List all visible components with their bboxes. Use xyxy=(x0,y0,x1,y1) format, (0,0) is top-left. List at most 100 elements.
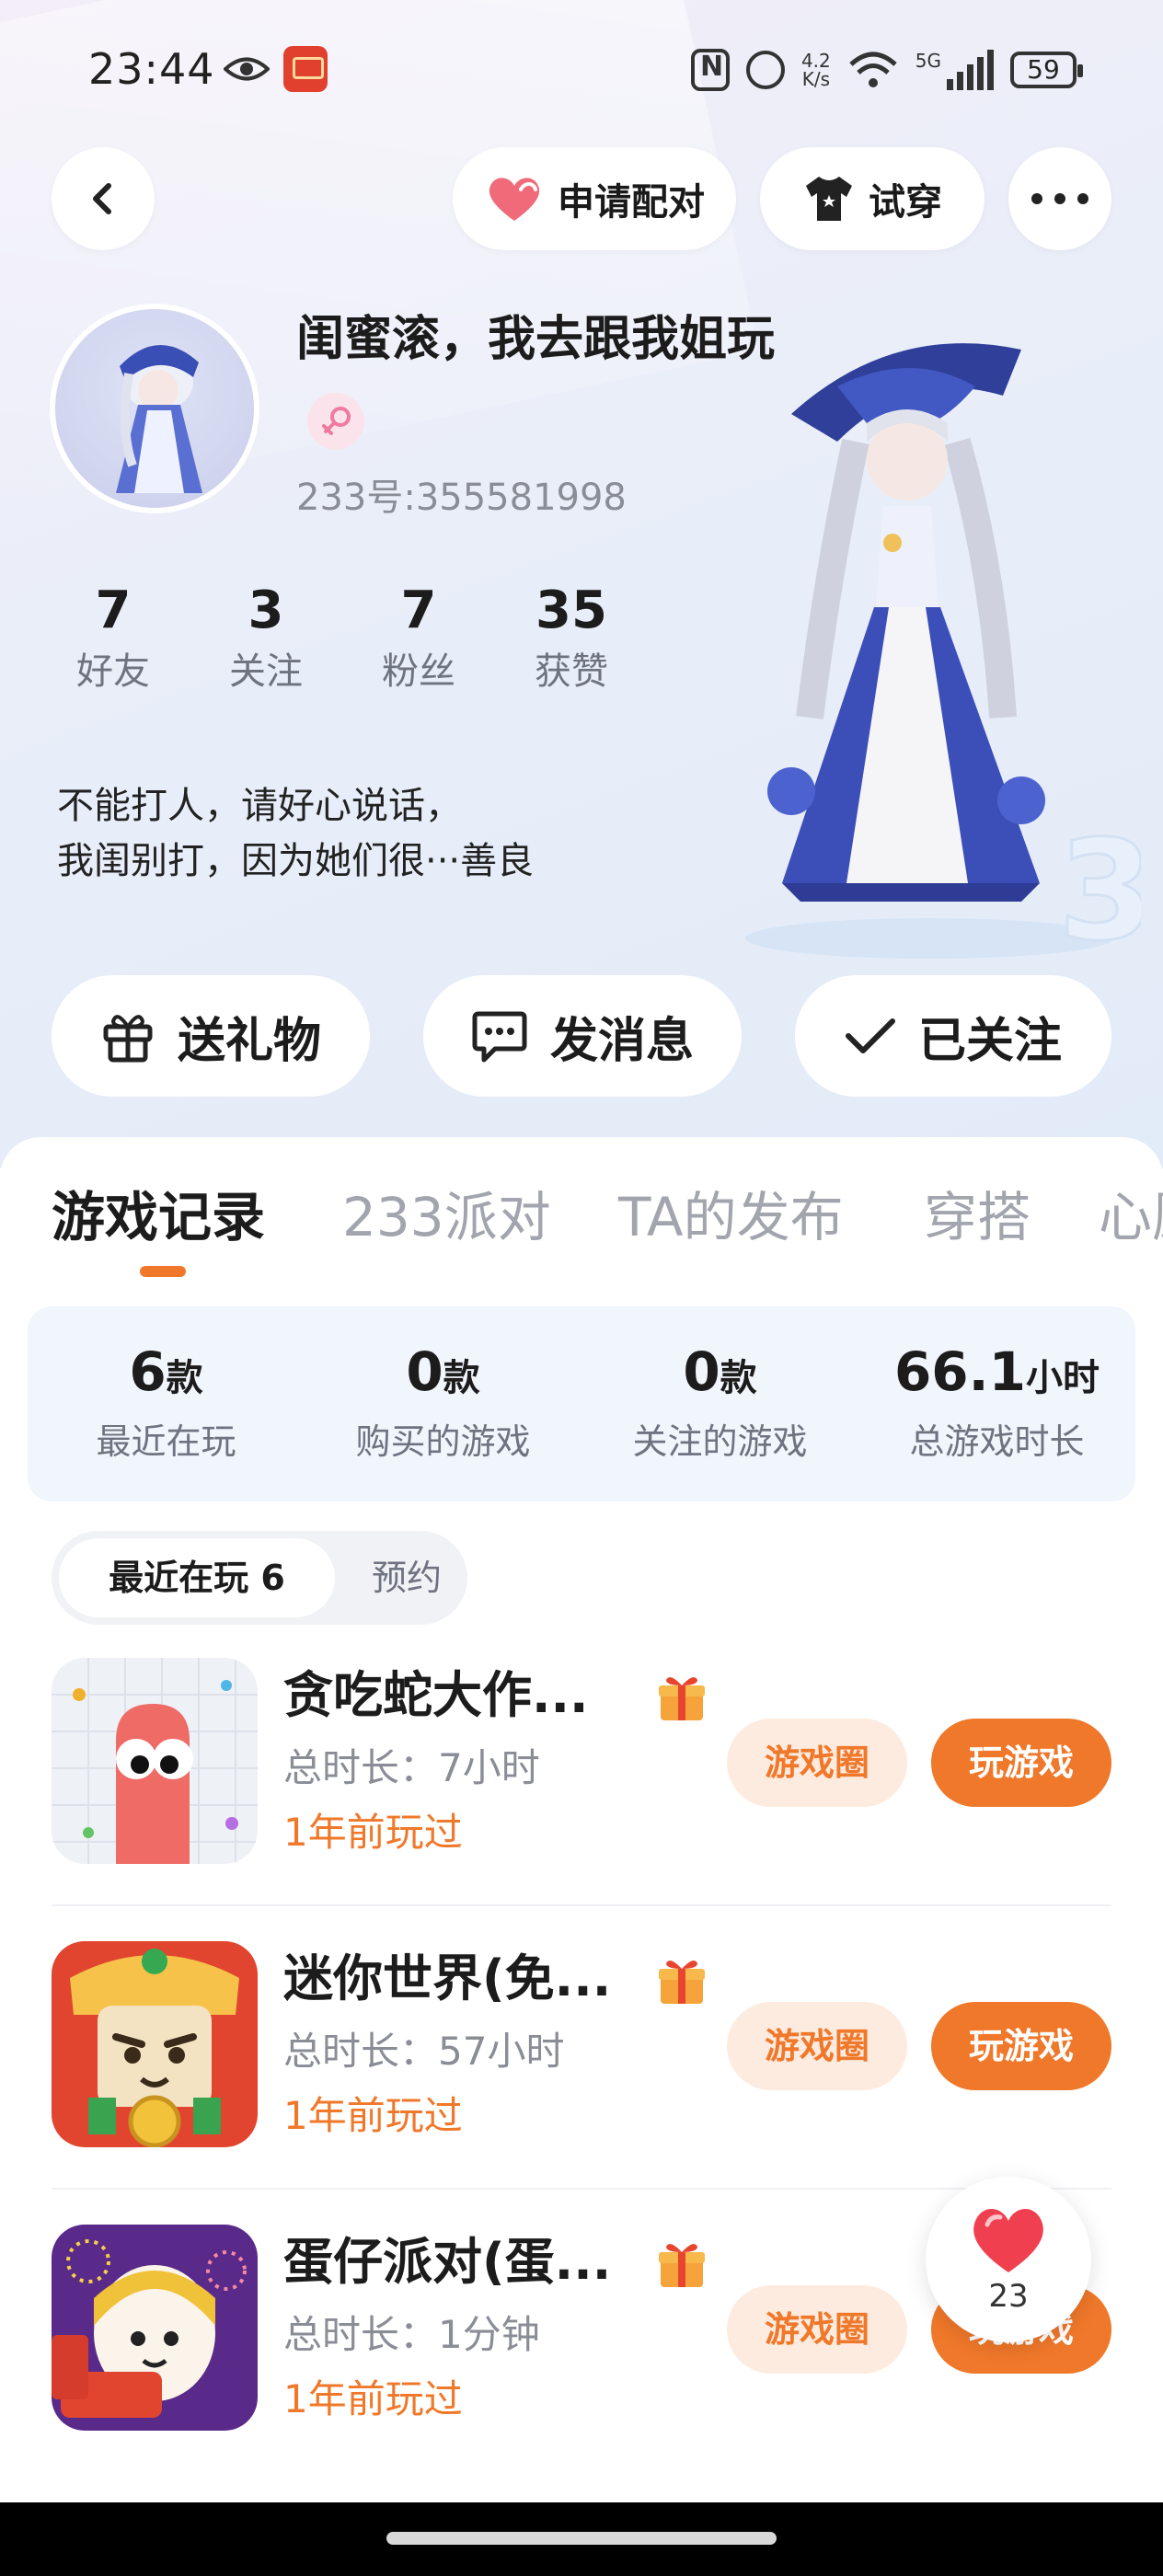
game-title: 迷你世界(免... xyxy=(283,1949,612,2007)
request-pair-label: 申请配对 xyxy=(558,181,705,224)
gift-icon[interactable] xyxy=(655,1954,708,2007)
segment-reserve[interactable]: 预约 xyxy=(351,1538,462,1617)
battery-level: 59 xyxy=(1027,54,1060,85)
game-title: 贪吃蛇大作... xyxy=(283,1666,589,1724)
app-badge-icon xyxy=(283,46,328,92)
tab-outfits[interactable]: 穿搭 xyxy=(924,1174,1031,1251)
send-message-button[interactable]: 发消息 xyxy=(423,975,742,1097)
user-id: 233号:355581998 xyxy=(296,477,627,519)
summary-label: 关注的游戏 xyxy=(632,1421,808,1462)
tab-wishes[interactable]: 心愿 xyxy=(1099,1174,1163,1251)
snake-game-icon xyxy=(52,1658,258,1864)
stat-likes[interactable]: 35 获赞 xyxy=(495,576,648,697)
bio-line: 我闺别打，因为她们很···善良 xyxy=(57,840,535,882)
tab-posts[interactable]: TA的发布 xyxy=(618,1174,844,1251)
summary-value: 66.1 xyxy=(893,1340,1027,1403)
bio-line: 不能打人，请好心说话， xyxy=(57,785,462,827)
floating-like-button[interactable]: 23 xyxy=(926,2177,1091,2342)
stat-value: 7 xyxy=(400,581,437,640)
active-tab-indicator xyxy=(140,1266,186,1277)
game-circle-button[interactable]: 游戏圈 xyxy=(727,2285,907,2374)
nfc-icon xyxy=(690,49,730,91)
tab-game-records[interactable]: 游戏记录 xyxy=(52,1174,265,1251)
stat-following[interactable]: 3 关注 xyxy=(190,576,342,697)
summary-unit: 款 xyxy=(443,1357,480,1399)
back-arrow-icon xyxy=(93,183,111,214)
stat-label: 粉丝 xyxy=(382,650,455,693)
summary-label: 总游戏时长 xyxy=(909,1421,1085,1462)
segment-control: 最近在玩 6 预约 xyxy=(52,1531,467,1625)
back-button[interactable] xyxy=(52,147,155,250)
summary-value: 0 xyxy=(406,1340,443,1403)
network-speed: 4.2 K/s xyxy=(801,52,831,88)
play-game-button[interactable]: 玩游戏 xyxy=(931,1719,1111,1807)
segment-recent[interactable]: 最近在玩 6 xyxy=(59,1538,335,1617)
signal-icon: 5G xyxy=(915,50,994,90)
home-indicator[interactable] xyxy=(386,2532,777,2545)
stat-label: 关注 xyxy=(229,650,303,693)
summary-label: 最近在玩 xyxy=(96,1421,236,1462)
game-item[interactable]: 贪吃蛇大作... 总时长：7小时 1年前玩过 游戏圈 玩游戏 xyxy=(52,1658,1111,1941)
stat-label: 好友 xyxy=(76,650,150,693)
more-dots-icon xyxy=(1031,193,1088,204)
speed-unit: K/s xyxy=(801,68,830,90)
alarm-icon xyxy=(745,51,785,89)
heart-icon xyxy=(489,178,540,221)
stat-label: 获赞 xyxy=(535,650,608,693)
character-figure-image[interactable]: 33 xyxy=(727,331,1141,975)
send-gift-button[interactable]: 送礼物 xyxy=(52,975,370,1097)
summary-recent[interactable]: 6款 最近在玩 xyxy=(28,1306,305,1501)
divider xyxy=(52,2188,1111,2190)
battery-icon: 59 xyxy=(1010,52,1083,88)
network-type: 5G xyxy=(915,50,941,72)
play-game-button[interactable]: 玩游戏 xyxy=(931,2002,1111,2090)
summary-value: 0 xyxy=(683,1340,720,1403)
svg-text:33: 33 xyxy=(1058,811,1141,972)
profile-name-text: 闺蜜滚，我去跟我姐玩 xyxy=(296,312,776,367)
game-circle-button[interactable]: 游戏圈 xyxy=(727,2002,907,2090)
stat-fans[interactable]: 7 粉丝 xyxy=(342,576,495,697)
stat-value: 3 xyxy=(248,581,284,640)
game-duration: 总时长：1分钟 xyxy=(283,2312,540,2357)
status-right-icons: 4.2 K/s 5G 59 xyxy=(690,42,1083,98)
wifi-icon xyxy=(849,52,897,87)
avatar[interactable] xyxy=(50,304,259,513)
request-pair-button[interactable]: 申请配对 xyxy=(453,147,736,250)
summary-followed[interactable]: 0款 关注的游戏 xyxy=(582,1306,858,1501)
summary-unit: 款 xyxy=(720,1357,757,1399)
game-last-played: 1年前玩过 xyxy=(283,1810,463,1855)
summary-value: 6 xyxy=(129,1340,167,1403)
gift-icon[interactable] xyxy=(655,2237,708,2291)
eye-icon xyxy=(224,57,270,81)
try-on-button[interactable]: 试穿 xyxy=(760,147,985,250)
summary-total-time[interactable]: 66.1小时 总游戏时长 xyxy=(858,1306,1135,1501)
summary-unit: 小时 xyxy=(1026,1357,1100,1399)
game-last-played: 1年前玩过 xyxy=(283,2093,463,2138)
checkmark-icon xyxy=(845,1018,895,1053)
game-last-played: 1年前玩过 xyxy=(283,2376,463,2421)
avatar-character-image xyxy=(116,344,202,493)
more-button[interactable] xyxy=(1008,147,1111,250)
summary-unit: 款 xyxy=(166,1357,203,1399)
status-bar: 23:44 4.2 K/s 5G 59 xyxy=(0,0,1163,147)
status-time: 23:44 xyxy=(88,44,215,94)
gift-icon[interactable] xyxy=(655,1671,708,1724)
send-gift-label: 送礼物 xyxy=(177,1013,321,1069)
tab-233-party[interactable]: 233派对 xyxy=(342,1174,551,1251)
followed-button[interactable]: 已关注 xyxy=(795,975,1111,1097)
gift-box-icon xyxy=(103,1015,153,1063)
profile-stats: 7 好友 3 关注 7 粉丝 35 获赞 xyxy=(37,576,648,697)
profile-bio: 不能打人，请好心说话， 我闺别打，因为她们很···善良 xyxy=(57,778,701,889)
female-gender-icon xyxy=(307,393,364,450)
game-item[interactable]: 迷你世界(免... 总时长：57小时 1年前玩过 游戏圈 玩游戏 xyxy=(52,1941,1111,2225)
summary-purchased[interactable]: 0款 购买的游戏 xyxy=(305,1306,582,1501)
game-duration: 总时长：57小时 xyxy=(283,2029,565,2074)
stat-value: 35 xyxy=(535,581,607,640)
game-title: 蛋仔派对(蛋... xyxy=(283,2233,612,2291)
like-count: 23 xyxy=(988,2278,1029,2315)
mini-world-game-icon xyxy=(52,1941,258,2147)
chat-bubble-icon xyxy=(472,1011,527,1063)
game-circle-button[interactable]: 游戏圈 xyxy=(727,1719,907,1807)
eggy-party-game-icon xyxy=(52,2225,258,2431)
stat-friends[interactable]: 7 好友 xyxy=(37,576,190,697)
